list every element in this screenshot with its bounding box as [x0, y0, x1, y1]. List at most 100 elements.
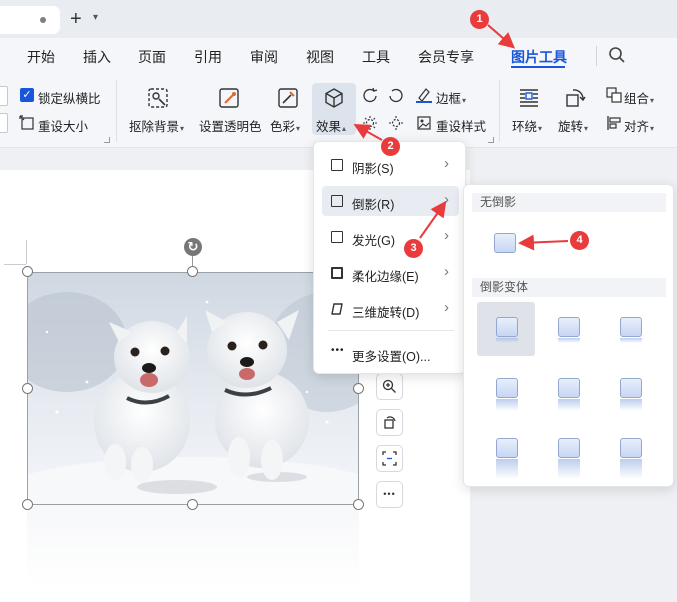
- reflection-variant-6[interactable]: [601, 363, 659, 417]
- wrap-button[interactable]: 环绕▾: [512, 116, 542, 135]
- variant-reflection-preview: [620, 399, 642, 411]
- menu-tools[interactable]: 工具: [362, 47, 390, 67]
- document-tab[interactable]: [0, 6, 60, 34]
- margin-mark: [26, 240, 27, 264]
- picture-reflection: [27, 352, 359, 585]
- color-icon[interactable]: [276, 86, 300, 110]
- reflection-variant-2[interactable]: [539, 302, 597, 356]
- effects-cube-icon[interactable]: [322, 86, 346, 110]
- reflection-variant-1[interactable]: [477, 302, 535, 356]
- rotate-handle-icon[interactable]: ↻: [184, 238, 202, 256]
- menu-home[interactable]: 开始: [27, 47, 55, 67]
- rotate-button[interactable]: 旋转▾: [558, 116, 588, 135]
- menu-member[interactable]: 会员专享: [418, 47, 474, 67]
- resize-handle-right[interactable]: [353, 383, 364, 394]
- align-icon[interactable]: [606, 115, 622, 131]
- variant-reflection-preview: [496, 338, 518, 343]
- reflection-variant-9[interactable]: [601, 423, 659, 479]
- resize-handle-top[interactable]: [187, 266, 198, 277]
- variant-reflection-preview: [558, 459, 580, 479]
- set-transparent-button[interactable]: 设置透明色: [199, 116, 262, 135]
- rotate-left-icon[interactable]: [362, 87, 378, 103]
- contrast-icon[interactable]: [388, 115, 404, 131]
- scan-icon: [382, 451, 397, 466]
- resize-handle-top-left[interactable]: [22, 266, 33, 277]
- reflection-variant-4[interactable]: [477, 363, 535, 417]
- menu-item-soft-edges[interactable]: 柔化边缘(E) ›: [322, 258, 459, 288]
- tab-list-chevron-icon[interactable]: ▾: [93, 12, 98, 23]
- menu-item-label: 柔化边缘(E): [352, 270, 419, 284]
- chevron-right-icon: ›: [444, 263, 449, 280]
- no-reflection-option[interactable]: [494, 233, 516, 253]
- remove-background-button[interactable]: 抠除背景▾: [129, 116, 184, 135]
- resize-handle-bottom-right[interactable]: [353, 499, 364, 510]
- variant-reflection-preview: [620, 459, 642, 479]
- align-button[interactable]: 对齐▾: [624, 116, 654, 135]
- reflection-variant-3[interactable]: [601, 302, 659, 356]
- size-field[interactable]: [0, 113, 8, 133]
- chevron-right-icon: ›: [444, 299, 449, 316]
- rotate-right-icon[interactable]: [388, 87, 404, 103]
- new-tab-button[interactable]: +: [70, 8, 82, 30]
- reflection-submenu: 无倒影 倒影变体: [463, 184, 674, 487]
- set-transparent-icon[interactable]: [217, 86, 241, 110]
- resize-handle-bottom-left[interactable]: [22, 499, 33, 510]
- resize-handle-bottom[interactable]: [187, 499, 198, 510]
- more-button[interactable]: •••: [376, 481, 403, 508]
- menu-item-label: 发光(G): [352, 234, 396, 248]
- margin-mark: [4, 264, 26, 265]
- brightness-icon[interactable]: [362, 115, 378, 131]
- step-badge-4: 4: [570, 231, 589, 250]
- lock-aspect-label: 锁定纵横比: [38, 92, 101, 106]
- menu-item-3d-rotation[interactable]: 三维旋转(D) ›: [322, 294, 459, 324]
- zoom-button[interactable]: [376, 373, 403, 400]
- reflection-variant-7[interactable]: [477, 423, 535, 479]
- menu-view[interactable]: 视图: [306, 47, 334, 67]
- menu-page[interactable]: 页面: [138, 47, 166, 67]
- size-field[interactable]: [0, 86, 8, 106]
- wrap-text-icon[interactable]: [517, 86, 541, 110]
- reflection-variant-5[interactable]: [539, 363, 597, 417]
- reset-style-button[interactable]: 重设样式: [436, 116, 486, 135]
- reflection-variant-8[interactable]: [539, 423, 597, 479]
- group-launcher-icon[interactable]: [104, 137, 110, 143]
- reflection-variants-header: 倒影变体: [472, 278, 666, 297]
- menu-review[interactable]: 审阅: [250, 47, 278, 67]
- reflection-icon: [331, 195, 343, 207]
- menu-item-reflection[interactable]: 倒影(R) ›: [322, 186, 459, 216]
- reset-size-icon[interactable]: [19, 115, 35, 131]
- reset-style-icon[interactable]: [416, 115, 432, 131]
- crop-rotate-button[interactable]: [376, 409, 403, 436]
- lock-aspect-checkbox[interactable]: ✓: [20, 88, 34, 102]
- variant-reflection-preview: [496, 459, 518, 479]
- variant-preview-icon: [496, 317, 518, 337]
- chevron-right-icon: ›: [444, 155, 449, 172]
- search-icon[interactable]: [608, 46, 626, 64]
- scan-button[interactable]: [376, 445, 403, 472]
- menu-item-more-settings[interactable]: ••• 更多设置(O)...: [322, 338, 459, 368]
- menu-insert[interactable]: 插入: [83, 47, 111, 67]
- group-icon[interactable]: [606, 87, 622, 103]
- more-dots-icon: •••: [331, 345, 345, 356]
- border-button[interactable]: 边框▾: [436, 88, 466, 107]
- color-button[interactable]: 色彩▾: [270, 116, 300, 135]
- crop-rotate-icon: [384, 416, 396, 429]
- unsaved-dot-icon: [40, 17, 46, 23]
- menu-item-label: 更多设置(O)...: [352, 350, 431, 364]
- menu-item-glow[interactable]: 发光(G) ›: [322, 222, 459, 252]
- menu-divider: [328, 330, 454, 331]
- group-launcher-icon[interactable]: [488, 137, 494, 143]
- border-icon[interactable]: [416, 87, 432, 103]
- effects-button[interactable]: 效果▴: [316, 116, 346, 135]
- selected-picture[interactable]: [27, 272, 359, 505]
- glow-icon: [331, 231, 343, 243]
- reset-size-button[interactable]: 重设大小: [38, 116, 88, 135]
- menu-picture-tools[interactable]: 图片工具: [511, 47, 567, 67]
- rotate-icon[interactable]: [563, 86, 587, 110]
- resize-handle-left[interactable]: [22, 383, 33, 394]
- menu-references[interactable]: 引用: [194, 47, 222, 67]
- step-badge-2: 2: [381, 137, 400, 156]
- group-button[interactable]: 组合▾: [624, 88, 654, 107]
- variant-preview-icon: [558, 317, 580, 337]
- remove-background-icon[interactable]: [146, 86, 170, 110]
